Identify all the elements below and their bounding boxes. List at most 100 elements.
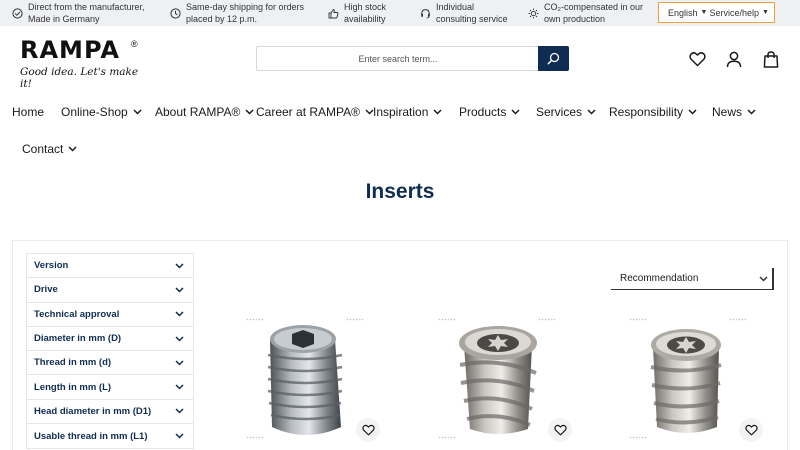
filter-drive[interactable]: Drive	[27, 278, 193, 303]
filter-usable-thread[interactable]: Usable thread in mm (L1)	[27, 424, 193, 448]
cart-button[interactable]	[761, 49, 781, 69]
filter-thread[interactable]: Thread in mm (d)	[27, 351, 193, 376]
nav-item-home[interactable]: Home	[12, 102, 44, 122]
chevron-down-icon	[175, 408, 184, 414]
usp-co2: CO₂-compensated in our own production	[528, 0, 648, 26]
nav-item-contact[interactable]: Contact	[22, 139, 77, 159]
usp-text: Same-day shipping for orders placed by 1…	[186, 2, 305, 24]
nav-item-about[interactable]: About RAMPA®	[155, 102, 254, 122]
chevron-down-icon	[175, 311, 184, 317]
nav-item-label: Products	[459, 105, 507, 119]
chevron-down-icon	[175, 263, 184, 269]
filter-version[interactable]: Version	[27, 254, 193, 279]
page-title: Inserts	[365, 180, 435, 203]
chevron-down-icon	[245, 109, 254, 115]
chevron-down-icon	[133, 109, 142, 115]
caret-down-icon[interactable]: ▼	[701, 9, 708, 16]
filter-label: Version	[34, 260, 69, 272]
filter-length[interactable]: Length in mm (L)	[27, 375, 193, 400]
logo-wordmark: RAMPA	[20, 36, 120, 64]
search-bar	[256, 46, 569, 71]
user-icon	[726, 51, 742, 67]
nav-item-label: Responsibility	[609, 105, 684, 119]
product-card[interactable]	[240, 315, 380, 445]
account-button[interactable]	[724, 49, 744, 69]
nav-item-label: Contact	[22, 142, 64, 156]
filter-label: Thread in mm (d)	[34, 357, 112, 369]
check-circle-icon	[12, 7, 23, 19]
rampa-logo[interactable]: RAMPA ® Good idea. Let's make it!	[20, 36, 145, 90]
nav-item-label: Home	[12, 105, 45, 119]
usp-text: CO₂-compensated in our own production	[544, 2, 644, 24]
product-wishlist-button[interactable]	[548, 418, 572, 442]
filter-label: Technical approval	[34, 308, 120, 320]
logo-registered-mark: ®	[131, 39, 138, 49]
filter-label: Usable thread in mm (L1)	[34, 430, 148, 442]
filter-label: Length in mm (L)	[34, 381, 112, 393]
caret-down-icon[interactable]: ▼	[762, 9, 769, 16]
filter-label: Head diameter in mm (D1)	[34, 405, 152, 417]
chevron-down-icon	[747, 109, 756, 115]
nav-item-responsibility[interactable]: Responsibility	[609, 102, 697, 122]
filter-diameter[interactable]: Diameter in mm (D)	[27, 327, 193, 352]
product-card[interactable]	[432, 315, 572, 445]
product-wishlist-button[interactable]	[356, 418, 380, 442]
filter-head-diameter[interactable]: Head diameter in mm (D1)	[27, 400, 193, 425]
heart-icon	[553, 424, 567, 436]
nav-item-label: About RAMPA®	[155, 105, 241, 119]
logo-tagline: Good idea. Let's make it!	[20, 66, 139, 90]
nav-item-services[interactable]: Services	[536, 102, 596, 122]
chevron-down-icon	[175, 336, 184, 342]
product-image	[459, 326, 537, 434]
search-input[interactable]	[258, 48, 538, 69]
product-image	[650, 329, 722, 433]
product-card[interactable]	[623, 315, 763, 445]
nav-item-news[interactable]: News	[712, 102, 756, 122]
heart-icon	[361, 424, 375, 436]
filter-sidebar: Version Drive Technical approval Diamete…	[26, 253, 194, 450]
search-button[interactable]	[538, 46, 569, 71]
service-help-menu[interactable]: Service/help	[709, 8, 759, 18]
filter-label: Diameter in mm (D)	[34, 333, 122, 345]
chevron-down-icon	[587, 109, 596, 115]
nav-item-inspiration[interactable]: Inspiration	[373, 102, 442, 122]
sort-select[interactable]: Recommendation	[611, 268, 774, 290]
chevron-down-icon	[688, 109, 697, 115]
heart-icon	[688, 52, 706, 67]
usp-consulting: Individual consulting service	[420, 0, 515, 26]
sun-icon	[528, 8, 539, 19]
language-selector[interactable]: English	[668, 8, 698, 18]
filter-label: Drive	[34, 284, 58, 296]
usp-text: High stock availability	[344, 2, 387, 24]
chevron-down-icon	[175, 384, 184, 390]
headset-icon	[420, 8, 431, 19]
chevron-down-icon	[759, 275, 768, 282]
nav-item-label: News	[712, 105, 743, 119]
usp-text: Individual consulting service	[436, 2, 508, 24]
top-info-bar: Direct from the manufacturer, Made in Ge…	[0, 0, 800, 26]
usp-text: Direct from the manufacturer, Made in Ge…	[28, 2, 145, 24]
shopping-bag-icon	[763, 50, 779, 68]
nav-item-label: Online-Shop	[61, 105, 128, 119]
usp-same-day-shipping: Same-day shipping for orders placed by 1…	[170, 0, 305, 26]
nav-item-label: Services	[536, 105, 583, 119]
nav-item-career[interactable]: Career at RAMPA®	[256, 102, 374, 122]
chevron-down-icon	[175, 287, 184, 293]
chevron-down-icon	[175, 433, 184, 439]
clock-icon	[170, 7, 181, 19]
language-service-box: English ▼ Service/help ▼	[658, 2, 775, 23]
chevron-down-icon	[68, 146, 77, 152]
chevron-down-icon	[511, 109, 520, 115]
chevron-down-icon	[175, 360, 184, 366]
wishlist-button[interactable]	[687, 49, 707, 69]
nav-item-products[interactable]: Products	[459, 102, 520, 122]
product-wishlist-button[interactable]	[739, 418, 763, 442]
nav-item-label: Career at RAMPA®	[256, 105, 360, 119]
search-icon	[547, 52, 560, 65]
usp-stock: High stock availability	[328, 0, 408, 26]
chevron-down-icon	[433, 109, 442, 115]
nav-item-online-shop[interactable]: Online-Shop	[61, 102, 142, 122]
filter-technical-approval[interactable]: Technical approval	[27, 303, 193, 327]
sort-selected-value: Recommendation	[620, 273, 699, 284]
nav-item-label: Inspiration	[373, 105, 429, 119]
